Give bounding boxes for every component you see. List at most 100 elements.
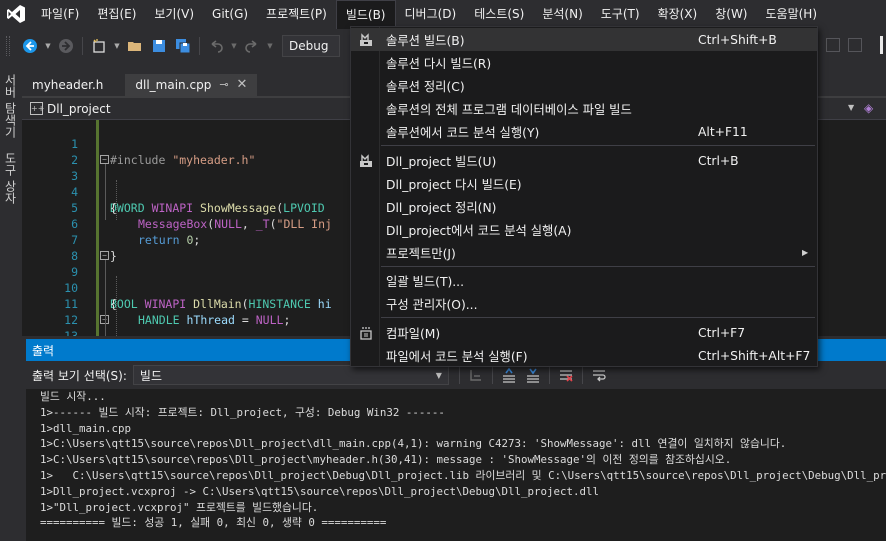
cpp-project-icon: ++ [30, 102, 45, 115]
configuration-combo[interactable]: Debug [282, 35, 340, 57]
menu-item-shortcut: Alt+F11 [698, 124, 748, 139]
build-icon [355, 30, 377, 50]
output-line: 1>Dll_project.vcxproj -> C:\Users\qtt15\… [40, 484, 600, 498]
next-message-icon[interactable] [523, 365, 543, 385]
tab-label: myheader.h [32, 78, 104, 92]
redo-icon[interactable] [242, 36, 262, 56]
server-explorer-tab[interactable]: 서버 탐색기 [2, 74, 19, 138]
tab-myheader[interactable]: myheader.h [22, 74, 113, 96]
menu-item-compile[interactable]: 컴파일(M) Ctrl+F7 [351, 321, 817, 344]
chevron-down-icon[interactable]: ▼ [44, 36, 52, 56]
toolbar-disabled-icon[interactable] [826, 38, 840, 52]
visual-studio-logo-icon[interactable] [0, 0, 32, 28]
menu-item-analyze-file[interactable]: 파일에서 코드 분석 실행(F) Ctrl+Shift+Alt+F7 [351, 344, 817, 367]
chevron-down-icon[interactable]: ▼ [848, 103, 854, 112]
output-line: 빌드 시작... [40, 390, 106, 403]
chevron-down-icon: ▼ [435, 370, 442, 380]
toolbox-tab[interactable]: 도구 상자 [2, 152, 19, 204]
toolbar-separator [458, 366, 460, 384]
toolbar-disabled-icon[interactable] [848, 38, 862, 52]
menu-build[interactable]: 빌드(B) [335, 0, 396, 29]
forward-icon[interactable] [56, 36, 76, 56]
toolbar-separator [491, 366, 493, 384]
menu-item-label: 구성 관리자(O)... [386, 297, 478, 312]
build-icon [355, 151, 377, 171]
close-icon[interactable]: ✕ [237, 74, 248, 96]
tab-dll-main[interactable]: dll_main.cpp ⊸ ✕ [125, 74, 258, 96]
back-icon[interactable] [20, 36, 40, 56]
menu-file[interactable]: 파일(F) [32, 0, 88, 28]
menu-tools[interactable]: 도구(T) [592, 0, 649, 28]
tab-label: dll_main.cpp [135, 78, 212, 92]
menu-git[interactable]: Git(G) [203, 0, 257, 28]
menu-item-analyze-project[interactable]: Dll_project에서 코드 분석 실행(A) [351, 218, 817, 241]
menu-item-project-only[interactable]: 프로젝트만(J) ▶ [351, 241, 817, 264]
menu-test[interactable]: 테스트(S) [465, 0, 533, 28]
menu-help[interactable]: 도움말(H) [757, 0, 827, 28]
menu-item-label: 솔루션 빌드(B) [386, 33, 465, 48]
menu-item-batch-build[interactable]: 일괄 빌드(T)... [351, 269, 817, 292]
output-line: 1>"Dll_project.vcxproj" 프로젝트를 빌드했습니다. [40, 500, 319, 514]
find-message-icon[interactable] [466, 365, 486, 385]
menu-item-clean-solution[interactable]: 솔루션 정리(C) [351, 74, 817, 97]
build-menu-dropdown: 솔루션 빌드(B) Ctrl+Shift+B 솔루션 다시 빌드(R) 솔루션 … [350, 26, 818, 367]
output-text[interactable]: 빌드 시작... 1>------ 빌드 시작: 프로젝트: Dll_proje… [26, 389, 886, 541]
toolbar-separator [199, 37, 200, 55]
menu-separator [381, 145, 815, 146]
menu-item-label: 솔루션 다시 빌드(R) [386, 56, 492, 71]
menu-item-label: Dll_project에서 코드 분석 실행(A) [386, 223, 572, 238]
output-line: 1>------ 빌드 시작: 프로젝트: Dll_project, 구성: D… [40, 405, 445, 419]
output-line: 1>C:\Users\qtt15\source\repos\Dll_projec… [40, 437, 787, 451]
menu-item-rebuild-solution[interactable]: 솔루션 다시 빌드(R) [351, 51, 817, 74]
save-all-icon[interactable] [173, 36, 193, 56]
previous-message-icon[interactable] [499, 365, 519, 385]
menu-window[interactable]: 창(W) [706, 0, 756, 28]
toolbar-separator [581, 366, 583, 384]
menu-item-build-solution[interactable]: 솔루션 빌드(B) Ctrl+Shift+B [351, 28, 817, 51]
toolbar-grip[interactable] [880, 36, 883, 54]
menu-item-build-pdb[interactable]: 솔루션의 전체 프로그램 데이터베이스 파일 빌드 [351, 97, 817, 120]
chevron-down-icon[interactable]: ▼ [113, 36, 121, 56]
menu-item-build-project[interactable]: Dll_project 빌드(U) Ctrl+B [351, 149, 817, 172]
toolbar-grip[interactable] [6, 36, 10, 56]
indent-guide [116, 276, 117, 336]
undo-icon[interactable] [206, 36, 226, 56]
menu-item-shortcut: Ctrl+F7 [698, 325, 746, 340]
menu-item-clean-project[interactable]: Dll_project 정리(N) [351, 195, 817, 218]
menu-item-configuration-manager[interactable]: 구성 관리자(O)... [351, 292, 817, 315]
menu-item-label: 솔루션 정리(C) [386, 79, 465, 94]
submenu-arrow-icon: ▶ [802, 248, 809, 257]
member-icon[interactable]: ◈ [864, 101, 878, 115]
open-folder-icon[interactable] [125, 36, 145, 56]
menu-analyze[interactable]: 분석(N) [533, 0, 591, 28]
word-wrap-icon[interactable] [589, 365, 609, 385]
menu-edit[interactable]: 편집(E) [88, 0, 145, 28]
new-project-icon[interactable] [89, 36, 109, 56]
menu-view[interactable]: 보기(V) [145, 0, 203, 28]
toolbar-separator [82, 37, 83, 55]
menu-extensions[interactable]: 확장(X) [649, 0, 707, 28]
chevron-down-icon[interactable]: ▼ [230, 36, 238, 56]
output-line: ========== 빌드: 성공 1, 실패 0, 최신 0, 생략 0 ==… [40, 516, 387, 530]
collapse-toggle-icon[interactable]: − [100, 155, 109, 164]
menu-bar: 파일(F) 편집(E) 보기(V) Git(G) 프로젝트(P) 빌드(B) 디… [0, 0, 886, 29]
compile-icon [355, 323, 377, 343]
menu-item-shortcut: Ctrl+Shift+Alt+F7 [698, 348, 811, 363]
output-source-select[interactable]: 빌드 ▼ [132, 365, 449, 385]
menu-item-rebuild-project[interactable]: Dll_project 다시 빌드(E) [351, 172, 817, 195]
collapse-toggle-icon[interactable]: − [100, 251, 109, 260]
indent-guide [116, 180, 117, 220]
menu-item-label: 일괄 빌드(T)... [386, 274, 464, 289]
left-tool-strip: 서버 탐색기 도구 상자 [0, 64, 22, 541]
pin-icon[interactable]: ⊸ [219, 74, 228, 96]
menu-item-analyze-solution[interactable]: 솔루션에서 코드 분석 실행(Y) Alt+F11 [351, 120, 817, 143]
outline-guide [105, 260, 106, 336]
project-combo[interactable]: ++ Dll_project [22, 102, 111, 116]
clear-all-icon[interactable] [556, 365, 576, 385]
output-line: 1>dll_main.cpp [40, 421, 132, 435]
save-icon[interactable] [149, 36, 169, 56]
output-source-value: 빌드 [139, 368, 162, 383]
menu-project[interactable]: 프로젝트(P) [257, 0, 336, 28]
chevron-down-icon[interactable]: ▼ [266, 36, 274, 56]
menu-debug[interactable]: 디버그(D) [396, 0, 466, 28]
